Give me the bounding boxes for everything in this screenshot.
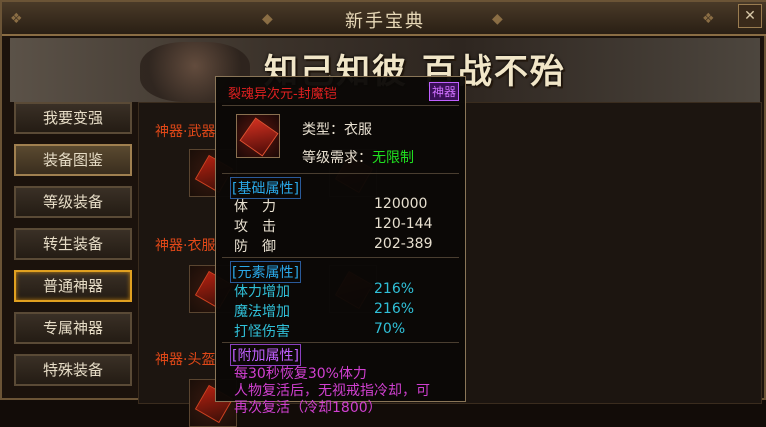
category-weapon: 神器·武器	[155, 124, 216, 140]
shenqi-badge: 神器	[428, 82, 459, 101]
level-label: 等级需求：	[302, 150, 372, 166]
level-value: 无限制	[372, 150, 414, 166]
close-button[interactable]: ✕	[738, 4, 762, 28]
divider	[222, 173, 459, 174]
category-armor: 神器·衣服	[155, 238, 216, 254]
stat-label: 体 力	[234, 199, 276, 215]
element-value: 70%	[374, 321, 406, 337]
sidebar-item-dengji[interactable]: 等级装备	[14, 186, 132, 218]
stat-value: 120-144	[374, 216, 433, 232]
tooltip-item-icon	[236, 114, 280, 158]
sidebar-item-tujian[interactable]: 装备图鉴	[14, 144, 132, 176]
title-bar: ❖ ◆ 新手宝典 ◆ ❖ ✕	[2, 2, 766, 36]
window-title: 新手宝典	[345, 11, 425, 32]
type-value: 衣服	[344, 122, 372, 138]
stat-value: 120000	[374, 196, 428, 212]
category-helmet: 神器·头盔	[155, 352, 216, 368]
element-label: 体力增加	[234, 284, 290, 300]
divider	[222, 342, 459, 343]
sidebar-item-zhuanshu-shenqi[interactable]: 专属神器	[14, 312, 132, 344]
ornament-right-icon: ❖	[702, 11, 715, 27]
sidebar-item-zhuansheng[interactable]: 转生装备	[14, 228, 132, 260]
stat-value: 202-389	[374, 236, 433, 252]
sidebar: 我要变强 装备图鉴 等级装备 转生装备 普通神器 专属神器 特殊装备	[14, 102, 134, 396]
armor-icon	[239, 117, 279, 157]
element-value: 216%	[374, 281, 415, 297]
ornament-right-icon: ◆	[492, 11, 503, 27]
element-value: 216%	[374, 301, 415, 317]
divider	[222, 257, 459, 258]
stat-label: 防 御	[234, 239, 276, 255]
extra-line: 再次复活（冷却1800）	[234, 400, 382, 416]
item-tooltip: 裂魂异次元-封魔铠 神器 类型：衣服 等级需求：无限制 [基础属性] 体 力 1…	[215, 76, 466, 416]
element-label: 打怪伤害	[234, 324, 290, 340]
divider	[222, 105, 459, 106]
element-label: 魔法增加	[234, 304, 290, 320]
sidebar-item-putong-shenqi[interactable]: 普通神器	[14, 270, 132, 302]
sidebar-item-teshu[interactable]: 特殊装备	[14, 354, 132, 386]
item-name: 裂魂异次元-封魔铠	[228, 87, 337, 102]
sidebar-item-bianqiang[interactable]: 我要变强	[14, 102, 132, 134]
element-header: [元素属性]	[230, 261, 301, 283]
window: ❖ ◆ 新手宝典 ◆ ❖ ✕ 知己知彼 百战不殆 我要变强 装备图鉴 等级装备 …	[0, 0, 766, 427]
type-label: 类型：	[302, 122, 344, 138]
stat-label: 攻 击	[234, 219, 276, 235]
